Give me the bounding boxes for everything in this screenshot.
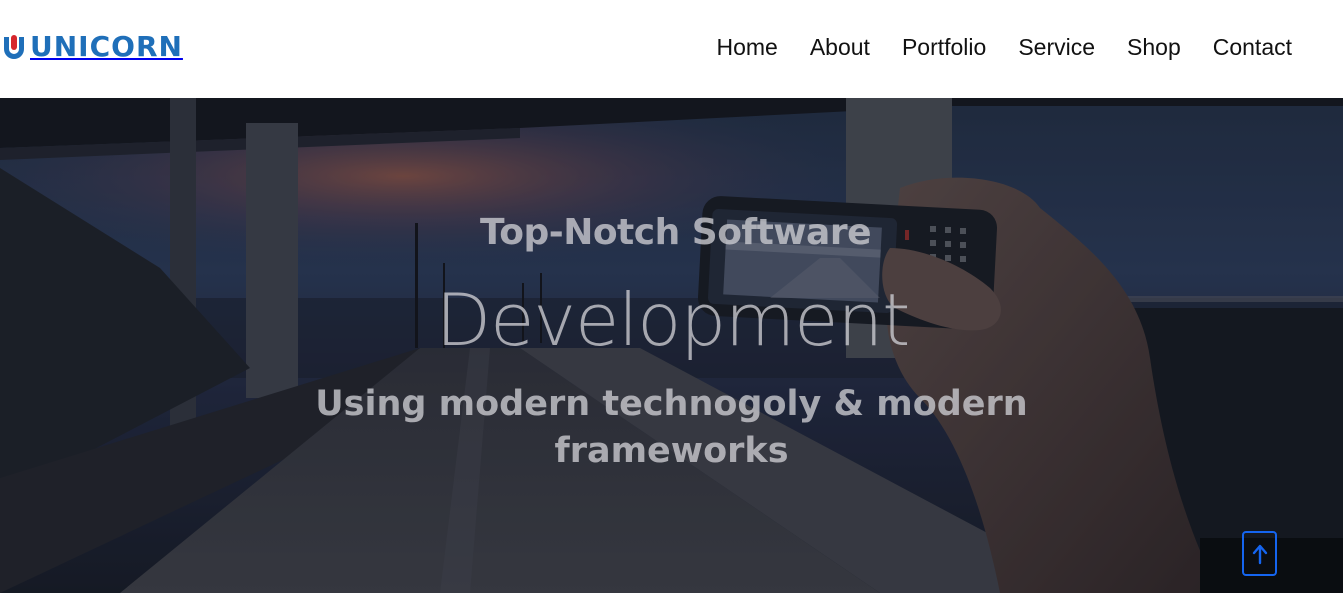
nav-service[interactable]: Service: [1018, 31, 1095, 63]
logo-text: UNICORN: [30, 30, 183, 63]
hero-subtitle-line-1: Using modern technogoly & modern: [315, 384, 1028, 424]
back-to-top-button[interactable]: [1242, 531, 1277, 576]
nav-about[interactable]: About: [810, 31, 870, 63]
main-nav: Home About Portfolio Service Shop Contac…: [716, 31, 1292, 63]
nav-shop[interactable]: Shop: [1127, 31, 1181, 63]
hero-subtitle: Using modern technogoly & modern framewo…: [0, 381, 1343, 475]
hero-eyebrow: Top-Notch Software: [479, 212, 872, 253]
unicorn-logo-icon: [4, 35, 24, 59]
nav-home[interactable]: Home: [716, 31, 777, 63]
nav-portfolio[interactable]: Portfolio: [902, 31, 986, 63]
logo[interactable]: UNICORN: [2, 31, 183, 63]
hero-section: Top-Notch Software Development Using mod…: [0, 98, 1343, 593]
nav-contact[interactable]: Contact: [1213, 31, 1292, 63]
hero-title: Development: [435, 278, 911, 362]
hero-subtitle-line-2: frameworks: [554, 431, 789, 471]
site-header: UNICORN Home About Portfolio Service Sho…: [0, 0, 1343, 98]
arrow-up-icon: [1252, 544, 1267, 564]
